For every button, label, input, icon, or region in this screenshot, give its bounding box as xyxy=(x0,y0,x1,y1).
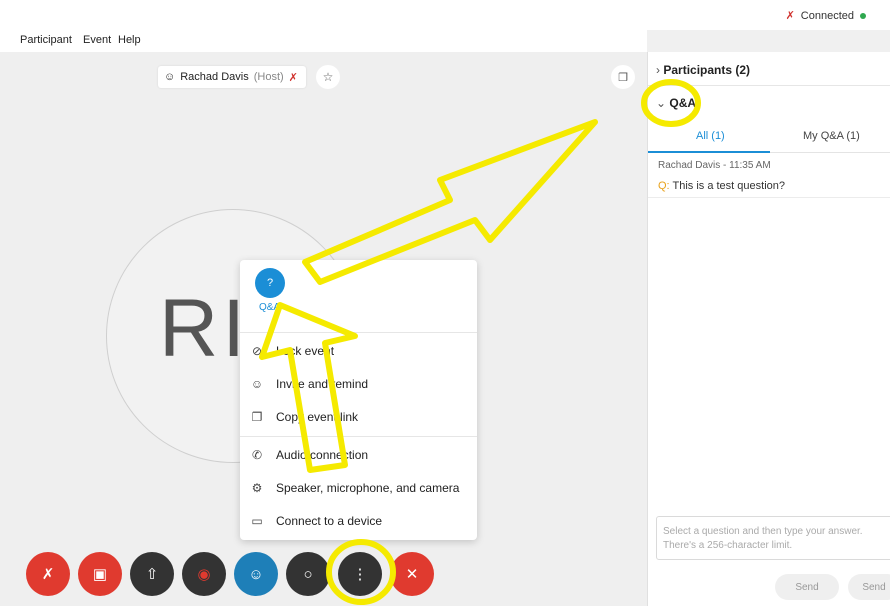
answer-placeholder-line2: There's a 256-character limit. xyxy=(663,540,793,551)
menu-item-invite[interactable]: ☺ Invite and remind xyxy=(250,372,470,396)
share-button[interactable]: ⇧ xyxy=(130,552,174,596)
qa-icon: ? xyxy=(255,268,285,298)
mute-button[interactable]: ✗ xyxy=(26,552,70,596)
lock-icon: ⊘ xyxy=(251,344,263,358)
menu-item-lock-event[interactable]: ⊘ Lock event xyxy=(250,339,470,363)
side-panel: › Participants (2) ⌄ Q&A All (1) My Q&A … xyxy=(647,52,890,606)
qa-header-label: Q&A xyxy=(669,96,697,110)
menu-item-label: Connect to a device xyxy=(276,514,383,528)
qa-tabs: All (1) My Q&A (1) xyxy=(648,118,890,153)
invite-icon: ☺ xyxy=(250,377,264,391)
qa-tile-label: Q&A xyxy=(258,302,281,313)
chat-icon: ○ xyxy=(303,565,313,583)
question-item[interactable]: Q: This is a test question? xyxy=(658,180,785,192)
participants-section-header[interactable]: › Participants (2) xyxy=(656,63,750,77)
menu-divider xyxy=(240,332,477,333)
host-name: Rachad Davis xyxy=(180,71,249,83)
record-icon: ◉ xyxy=(197,566,211,583)
copy-icon: ❐ xyxy=(251,410,263,424)
menu-item-label: Speaker, microphone, and camera xyxy=(276,481,460,495)
participants-button[interactable]: ☺ xyxy=(234,552,278,596)
active-tab-underline xyxy=(648,151,770,153)
question-prefix: Q: xyxy=(658,180,670,192)
tab-all[interactable]: All (1) xyxy=(696,130,725,142)
menu-bar: Participant Event Help xyxy=(0,30,647,52)
title-bar: ✗ Connected xyxy=(0,0,890,30)
more-options-icon: ⋮ xyxy=(352,566,368,583)
leave-button[interactable]: ✕ xyxy=(390,552,434,596)
more-options-button[interactable]: ⋮ xyxy=(338,552,382,596)
answer-input[interactable]: Select a question and then type your ans… xyxy=(656,516,890,560)
menu-item-label: Lock event xyxy=(276,344,335,358)
muted-mic-icon: ✗ xyxy=(785,10,795,22)
question-divider xyxy=(648,197,890,198)
chevron-down-icon: ⌄ xyxy=(656,96,667,110)
cast-icon: ▭ xyxy=(251,514,263,528)
menu-item-label: Invite and remind xyxy=(276,377,369,391)
qa-section-header[interactable]: ⌄ Q&A xyxy=(656,96,696,110)
menu-item-connect-device[interactable]: ▭ Connect to a device xyxy=(250,509,470,533)
meeting-toolbar: ✗ ▣ ⇧ ◉ ☺ ○ ⋮ ✕ xyxy=(0,552,647,606)
video-off-icon: ▣ xyxy=(92,566,108,583)
layout-button[interactable]: ❐ xyxy=(611,65,635,89)
layout-icon: ❐ xyxy=(618,71,628,84)
question-meta: Rachad Davis - 11:35 AM xyxy=(658,160,771,171)
menu-item-devices[interactable]: ⚙ Speaker, microphone, and camera xyxy=(250,476,470,500)
record-button[interactable]: ◉ xyxy=(182,552,226,596)
tab-my-qa[interactable]: My Q&A (1) xyxy=(803,130,860,142)
close-icon: ✕ xyxy=(405,566,419,583)
menu-item-label: Audio connection xyxy=(276,448,369,462)
more-options-menu: ? Q&A ⊘ Lock event ☺ Invite and remind ❐… xyxy=(240,260,477,540)
menu-item-label: Copy event link xyxy=(276,410,359,424)
muted-mic-icon: ✗ xyxy=(41,566,55,583)
connected-dot-icon xyxy=(860,12,866,19)
menu-item-audio[interactable]: ✆ Audio connection xyxy=(250,443,470,467)
settings-icon: ⚙ xyxy=(251,481,263,495)
panel-divider xyxy=(648,85,890,86)
answer-placeholder-line1: Select a question and then type your ans… xyxy=(663,526,863,537)
host-icon: ☺ xyxy=(164,71,176,83)
send-button[interactable]: Send xyxy=(775,574,839,600)
video-button[interactable]: ▣ xyxy=(78,552,122,596)
host-tag: (Host) xyxy=(253,71,284,83)
avatar-initials: RI xyxy=(159,283,249,374)
connection-status: ✗ Connected xyxy=(786,9,866,22)
chevron-right-icon: › xyxy=(656,63,660,77)
pin-icon: ☆ xyxy=(322,70,334,84)
menu-item-copy-link[interactable]: ❐ Copy event link xyxy=(250,405,470,429)
menu-divider xyxy=(240,436,477,437)
menu-help[interactable]: Help xyxy=(118,34,141,46)
share-icon: ⇧ xyxy=(145,566,159,583)
participants-icon: ☺ xyxy=(248,565,264,583)
chat-button[interactable]: ○ xyxy=(286,552,330,596)
participants-header-label: Participants (2) xyxy=(663,63,751,77)
menu-participant[interactable]: Participant xyxy=(20,34,72,46)
phone-icon: ✆ xyxy=(251,448,263,462)
question-text: This is a test question? xyxy=(672,180,785,192)
connected-label: Connected xyxy=(800,9,854,22)
qa-tile-button[interactable]: ? Q&A xyxy=(254,268,285,313)
host-name-pill: ☺ Rachad Davis (Host) ✗ xyxy=(158,66,306,88)
send-all-button[interactable]: Send xyxy=(848,574,890,600)
host-muted-mic-icon: ✗ xyxy=(288,71,298,84)
pin-button[interactable]: ☆ xyxy=(316,65,340,89)
menu-event[interactable]: Event xyxy=(83,34,111,46)
